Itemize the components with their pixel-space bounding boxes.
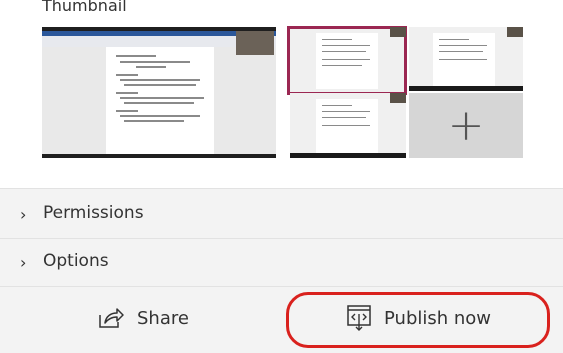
divider — [0, 188, 563, 189]
share-icon — [97, 306, 125, 330]
thumbnail-label: Thumbnail — [42, 0, 127, 15]
chevron-right-icon: › — [20, 205, 27, 224]
thumbnail-section: Thumbnail + — [0, 0, 563, 188]
document-page — [106, 47, 214, 154]
webcam-overlay — [236, 31, 274, 55]
thumbnail-option[interactable] — [409, 27, 523, 91]
thumbnail-option[interactable] — [290, 93, 406, 158]
share-button[interactable]: Share — [97, 294, 189, 342]
add-thumbnail-button[interactable]: + — [409, 93, 523, 158]
options-label: Options — [43, 251, 109, 271]
divider — [0, 286, 563, 287]
plus-icon: + — [447, 99, 485, 151]
options-row[interactable]: › Options — [0, 240, 563, 284]
thumbnail-option[interactable] — [287, 26, 407, 95]
share-label: Share — [137, 307, 189, 329]
annotation-highlight — [286, 292, 550, 348]
divider — [0, 238, 563, 239]
main-thumbnail-preview — [42, 27, 276, 158]
permissions-row[interactable]: › Permissions — [0, 192, 563, 236]
chevron-right-icon: › — [20, 253, 27, 272]
publish-panel: Thumbnail + › Permissions › Options Shar… — [0, 0, 563, 353]
permissions-label: Permissions — [43, 203, 144, 223]
